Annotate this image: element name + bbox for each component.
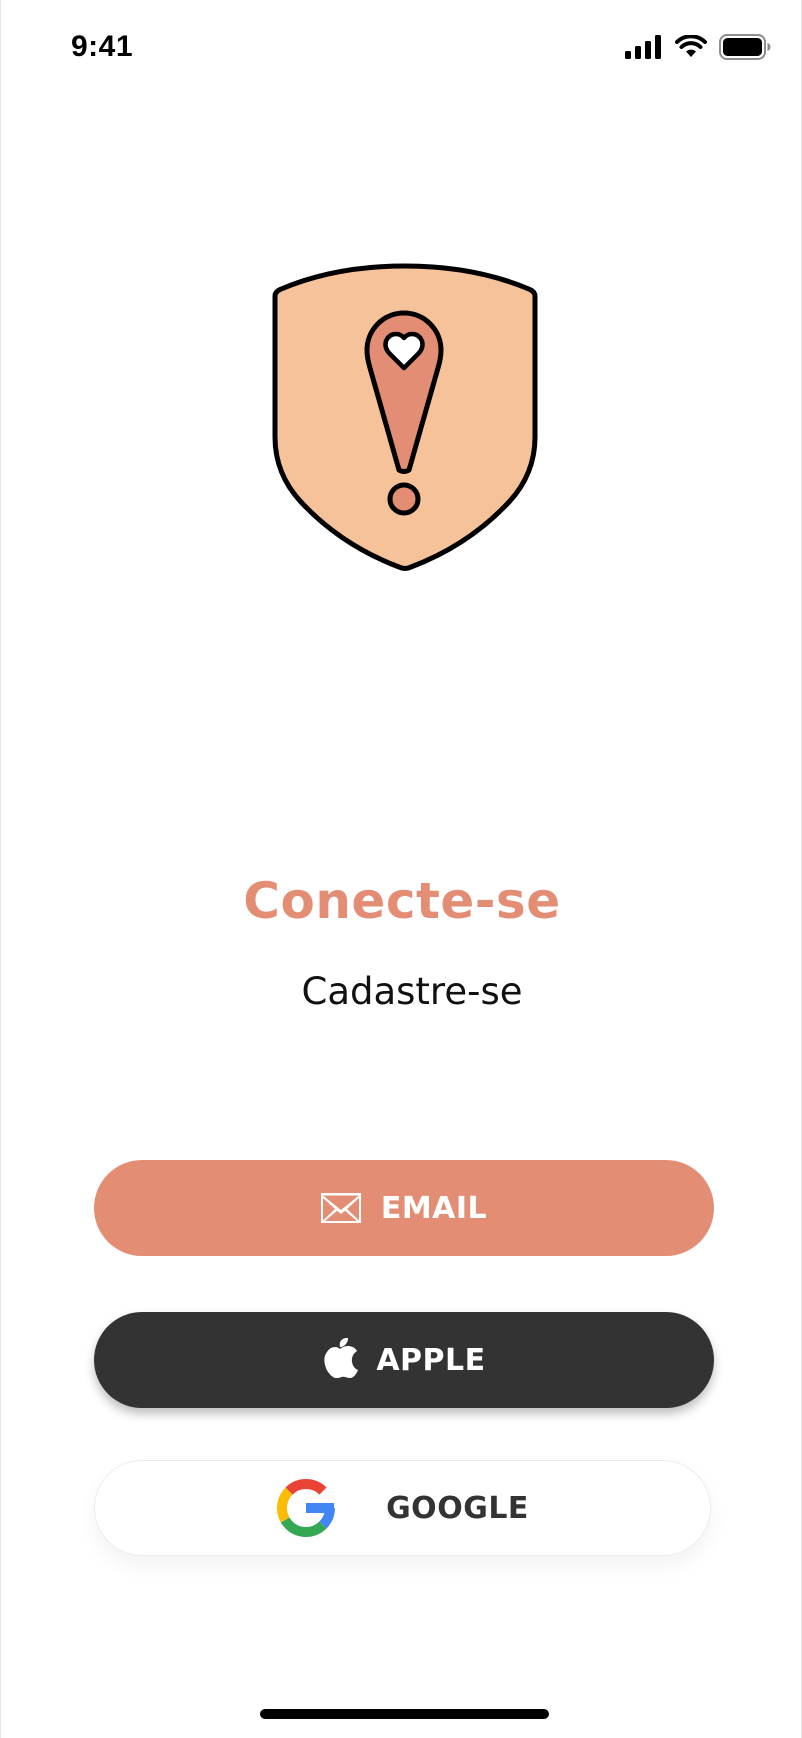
envelope-icon	[320, 1193, 361, 1223]
email-button-label: EMAIL	[380, 1190, 488, 1226]
home-indicator[interactable]	[260, 1709, 549, 1719]
apple-button-label: APPLE	[376, 1342, 486, 1378]
google-button-label: GOOGLE	[386, 1490, 529, 1526]
page-title: Conecte-se	[243, 872, 561, 930]
wifi-icon	[675, 35, 707, 59]
status-time: 9:41	[71, 30, 134, 63]
status-icons	[625, 34, 771, 60]
email-button[interactable]: EMAIL	[94, 1160, 714, 1256]
google-logo-icon	[276, 1478, 336, 1538]
cellular-signal-icon	[625, 35, 663, 59]
apple-button[interactable]: APPLE	[94, 1312, 714, 1408]
google-button[interactable]: GOOGLE	[94, 1460, 711, 1556]
apple-logo-icon	[322, 1338, 359, 1378]
shield-location-pin-heart-icon	[269, 262, 541, 572]
battery-icon	[719, 34, 771, 60]
signup-link[interactable]: Cadastre-se	[11, 970, 802, 1013]
login-screen: 9:41 Conecte-se Cadastre-se EMAIL APPLE …	[0, 0, 802, 1738]
